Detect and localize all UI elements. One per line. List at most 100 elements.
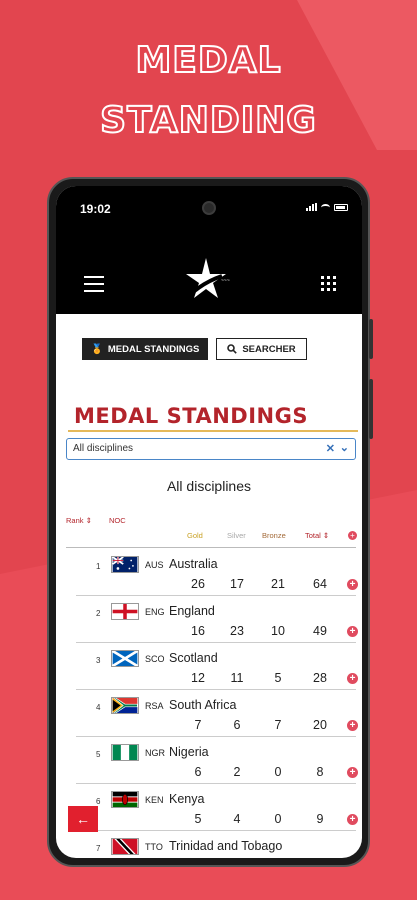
flag-england [111,603,139,620]
promo-title-line2: STANDING [99,99,317,142]
row-country[interactable]: Nigeria [169,745,209,759]
row-bronze: 21 [271,577,285,591]
searcher-label: SEARCHER [242,343,296,355]
row-total: 8 [316,765,324,779]
app-header: 19:02 ~~~ [56,186,362,314]
row-total: 28 [313,671,327,685]
row-country[interactable]: Kenya [169,792,204,806]
phone-side-button [369,379,373,439]
row-total: 64 [313,577,327,591]
hamburger-icon[interactable] [84,276,104,297]
row-silver: 11 [230,671,244,685]
clear-icon[interactable]: ✕ [326,442,335,455]
status-icons [306,203,348,211]
row-gold: 6 [194,765,202,779]
row-total: 9 [316,812,324,826]
battery-icon [334,203,348,211]
row-rank: 7 [96,844,101,853]
row-rank: 1 [96,562,101,571]
chevron-down-icon[interactable]: ⌄ [340,441,349,454]
row-rank: 6 [96,797,101,806]
header-rank[interactable]: Rank ⇕ [66,516,92,525]
row-bronze: 10 [271,624,285,638]
table-row[interactable]: 2 ENG England 16 23 10 49 + [56,596,362,643]
row-bronze: 5 [274,671,282,685]
back-button[interactable]: ← [68,806,98,832]
row-gold: 7 [194,718,202,732]
flag-nigeria [111,744,139,761]
row-noc-code: TTO [145,842,163,852]
expand-row-icon[interactable]: + [347,720,358,731]
row-noc-code: ENG [145,607,165,617]
row-bronze: 7 [274,718,282,732]
row-noc-code: RSA [145,701,164,711]
search-icon [227,344,238,354]
header-total[interactable]: Total ⇕ [305,531,329,540]
discipline-select-value: All disciplines [73,443,134,454]
row-rank: 3 [96,656,101,665]
searcher-button[interactable]: SEARCHER [216,338,307,360]
flag-kenya [111,791,139,808]
row-country[interactable]: South Africa [169,698,236,712]
header-silver: Silver [227,531,246,540]
row-silver: 17 [230,577,244,591]
row-rank: 2 [96,609,101,618]
grid-icon[interactable] [321,276,336,291]
header-noc: NOC [109,516,126,525]
row-gold: 26 [191,577,205,591]
svg-text:~~~: ~~~ [221,278,230,284]
status-time: 19:02 [80,202,111,216]
row-total: 49 [313,624,327,638]
row-noc-code: SCO [145,654,165,664]
flag-trinidad-and-tobago [111,838,139,855]
table-row[interactable]: 3 SCO Scotland 12 11 5 28 + [56,643,362,690]
expand-row-icon[interactable]: + [347,579,358,590]
page-title: MEDAL STANDINGS [74,404,308,428]
discipline-select[interactable]: All disciplines ✕ ⌄ [66,438,356,460]
star-logo[interactable]: ~~~ [178,256,240,306]
row-country[interactable]: Scotland [169,651,218,665]
medal-standings-button[interactable]: 🏅 MEDAL STANDINGS [82,338,209,360]
header-divider [66,547,356,548]
row-country[interactable]: Australia [169,557,218,571]
row-rank: 4 [96,703,101,712]
table-row[interactable]: 1 AUS Australia 26 17 21 64 + [56,549,362,596]
header-bronze: Bronze [262,531,286,540]
row-country[interactable]: England [169,604,215,618]
table-row[interactable]: 6 KEN Kenya 5 4 0 9 + [56,784,362,831]
phone-frame: 19:02 ~~~ 🏅 MEDAL STANDINGS SEARCHER MED… [47,177,373,867]
signal-icon [306,203,317,211]
row-country[interactable]: Trinidad and Tobago [169,839,282,853]
medal-icon: 🏅 [91,343,103,355]
phone-side-button [369,319,373,359]
flag-scotland [111,650,139,667]
table-row[interactable]: 5 NGR Nigeria 6 2 0 8 + [56,737,362,784]
row-noc-code: KEN [145,795,164,805]
medal-standings-label: MEDAL STANDINGS [107,343,200,355]
table-row[interactable]: 4 RSA South Africa 7 6 7 20 + [56,690,362,737]
row-silver: 23 [230,624,244,638]
row-gold: 12 [191,671,205,685]
expand-all-icon[interactable]: + [348,531,357,540]
expand-row-icon[interactable]: + [347,626,358,637]
wifi-icon [321,203,330,211]
row-bronze: 0 [274,765,282,779]
expand-row-icon[interactable]: + [347,673,358,684]
expand-row-icon[interactable]: + [347,767,358,778]
flag-australia [111,556,139,573]
view-switcher: 🏅 MEDAL STANDINGS SEARCHER [82,338,307,360]
row-noc-code: AUS [145,560,164,570]
title-divider [68,430,358,432]
row-silver: 2 [233,765,241,779]
app-screen: 19:02 ~~~ 🏅 MEDAL STANDINGS SEARCHER MED… [56,186,362,858]
header-gold: Gold [187,531,203,540]
expand-row-icon[interactable]: + [347,814,358,825]
row-gold: 16 [191,624,205,638]
discipline-heading: All disciplines [166,478,252,494]
flag-south-africa [111,697,139,714]
row-noc-code: NGR [145,748,165,758]
table-row[interactable]: 7 TTO Trinidad and Tobago [56,831,362,858]
promo-title-line1: MEDAL [134,39,282,82]
row-silver: 4 [233,812,241,826]
row-gold: 5 [194,812,202,826]
